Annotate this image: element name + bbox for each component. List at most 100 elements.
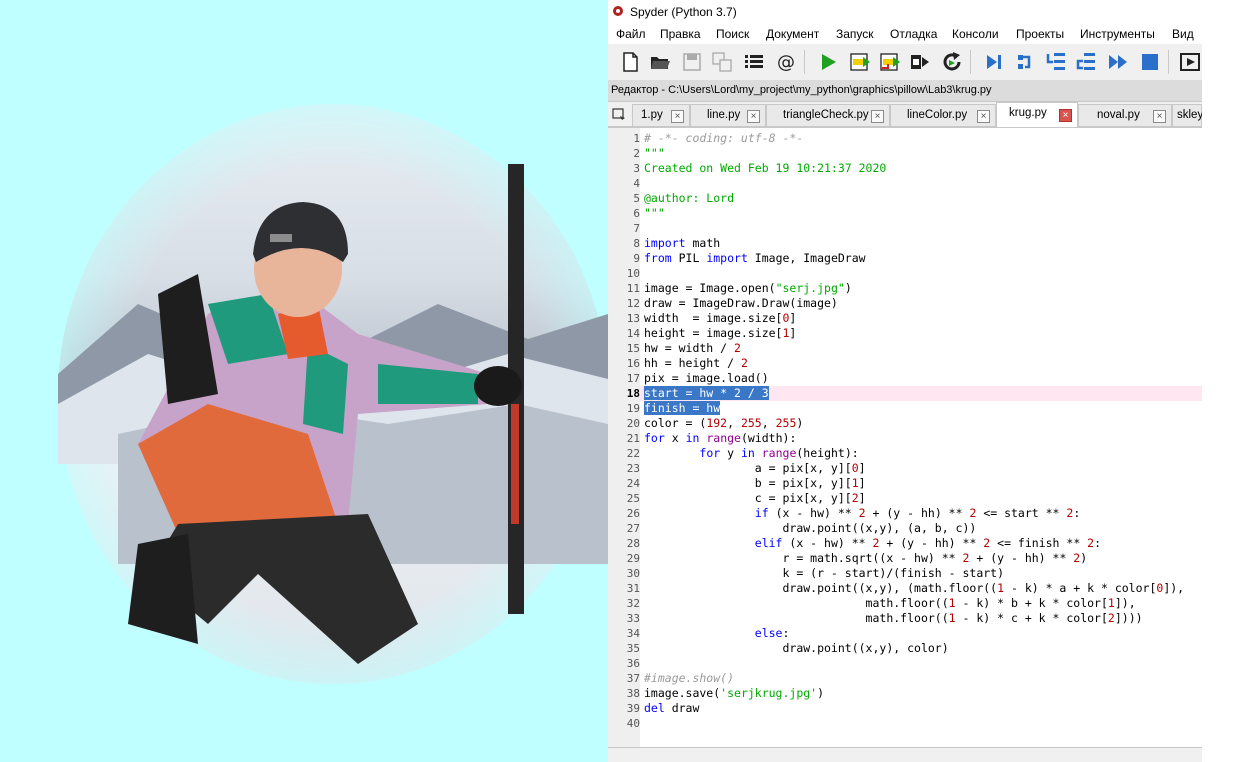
- code-line[interactable]: 39 del draw: [608, 701, 1202, 716]
- code-line[interactable]: 28 elif (x - hw) ** 2 + (y - hh) ** 2 <=…: [608, 536, 1202, 551]
- code-line[interactable]: 36: [608, 656, 1202, 671]
- code-line[interactable]: 38 image.save('serjkrug.jpg'): [608, 686, 1202, 701]
- code-line[interactable]: 35 draw.point((x,y), color): [608, 641, 1202, 656]
- tab-trianglecheck-py[interactable]: triangleCheck.py ×: [766, 104, 890, 126]
- code-text: math.floor((1 - k) * c + k * color[2]))): [644, 611, 1143, 625]
- code-line[interactable]: 32 math.floor((1 - k) * b + k * color[1]…: [608, 596, 1202, 611]
- code-line[interactable]: 22 for y in range(height):: [608, 446, 1202, 461]
- code-line[interactable]: 14 height = image.size[1]: [608, 326, 1202, 341]
- close-icon[interactable]: ×: [977, 110, 990, 123]
- code-line[interactable]: 25 c = pix[x, y][2]: [608, 491, 1202, 506]
- code-line[interactable]: 7: [608, 221, 1202, 236]
- code-line[interactable]: 30 k = (r - start)/(finish - start): [608, 566, 1202, 581]
- debug-icon[interactable]: [982, 50, 1006, 74]
- menu-tools[interactable]: Инструменты: [1080, 27, 1155, 41]
- tab-1-py[interactable]: 1.py ×: [632, 104, 690, 126]
- close-icon[interactable]: ×: [671, 110, 684, 123]
- code-line[interactable]: 13 width = image.size[0]: [608, 311, 1202, 326]
- code-line[interactable]: 2 """: [608, 146, 1202, 161]
- window-title: Spyder (Python 3.7): [630, 5, 737, 19]
- code-line[interactable]: 11 image = Image.open("serj.jpg"): [608, 281, 1202, 296]
- menu-run[interactable]: Запуск: [836, 27, 874, 41]
- step-icon[interactable]: [1014, 50, 1038, 74]
- title-bar: Spyder (Python 3.7): [608, 0, 1202, 24]
- line-number: 21: [626, 432, 640, 445]
- rerun-icon[interactable]: [940, 50, 964, 74]
- menu-search[interactable]: Поиск: [716, 27, 749, 41]
- close-icon[interactable]: ×: [1153, 110, 1166, 123]
- code-line[interactable]: 15 hw = width / 2: [608, 341, 1202, 356]
- run-icon[interactable]: [816, 50, 840, 74]
- close-icon[interactable]: ×: [871, 110, 884, 123]
- tab-krug-py[interactable]: krug.py ×: [996, 102, 1078, 127]
- code-line[interactable]: 18 start = hw * 2 / 3: [608, 386, 1202, 401]
- code-text: Created on Wed Feb 19 10:21:37 2020: [644, 161, 887, 175]
- menu-projects[interactable]: Проекты: [1016, 27, 1064, 41]
- menu-debug[interactable]: Отладка: [890, 27, 937, 41]
- outline-icon[interactable]: [742, 50, 766, 74]
- menu-view[interactable]: Вид: [1172, 27, 1194, 41]
- code-text: @author: Lord: [644, 191, 735, 205]
- code-line[interactable]: 19 finish = hw: [608, 401, 1202, 416]
- menu-edit[interactable]: Правка: [660, 27, 701, 41]
- code-line[interactable]: 23 a = pix[x, y][0]: [608, 461, 1202, 476]
- code-text: math.floor((1 - k) * b + k * color[1]),: [644, 596, 1136, 610]
- code-line[interactable]: 6 """: [608, 206, 1202, 221]
- code-editor[interactable]: 1 # -*- coding: utf-8 -*- 2 """ 3 Created on …: [608, 127, 1202, 748]
- save-all-icon[interactable]: [710, 50, 734, 74]
- run-cell-icon[interactable]: [848, 50, 872, 74]
- code-line[interactable]: 29 r = math.sqrt((x - hw) ** 2 + (y - hh…: [608, 551, 1202, 566]
- code-line[interactable]: 16 hh = height / 2: [608, 356, 1202, 371]
- code-line[interactable]: 26 if (x - hw) ** 2 + (y - hh) ** 2 <= s…: [608, 506, 1202, 521]
- code-line[interactable]: 33 math.floor((1 - k) * c + k * color[2]…: [608, 611, 1202, 626]
- menu-file[interactable]: Файл: [616, 27, 646, 41]
- code-line[interactable]: 20 color = (192, 255, 255): [608, 416, 1202, 431]
- code-line[interactable]: 1 # -*- coding: utf-8 -*-: [608, 131, 1202, 146]
- menu-consoles[interactable]: Консоли: [952, 27, 999, 41]
- code-line[interactable]: 24 b = pix[x, y][1]: [608, 476, 1202, 491]
- run-selection-icon[interactable]: [908, 50, 932, 74]
- new-file-icon[interactable]: [618, 50, 642, 74]
- line-number: 35: [626, 642, 640, 655]
- stop-icon[interactable]: [1138, 50, 1162, 74]
- code-text: elif (x - hw) ** 2 + (y - hh) ** 2 <= fi…: [754, 536, 1102, 550]
- code-line[interactable]: 34 else:: [608, 626, 1202, 641]
- code-line[interactable]: 9 from PIL import Image, ImageDraw: [608, 251, 1202, 266]
- step-into-icon[interactable]: [1044, 50, 1068, 74]
- code-line[interactable]: 12 draw = ImageDraw.Draw(image): [608, 296, 1202, 311]
- code-line[interactable]: 40: [608, 716, 1202, 731]
- code-line[interactable]: 27 draw.point((x,y), (a, b, c)): [608, 521, 1202, 536]
- code-text: b = pix[x, y][1]: [644, 476, 866, 490]
- step-return-icon[interactable]: [1074, 50, 1098, 74]
- code-text: a = pix[x, y][0]: [644, 461, 866, 475]
- code-line[interactable]: 8 import math: [608, 236, 1202, 251]
- code-text: height = image.size[1]: [644, 326, 797, 340]
- code-line[interactable]: 31 draw.point((x,y), (math.floor((1 - k)…: [608, 581, 1202, 596]
- code-text: from PIL import Image, ImageDraw: [644, 251, 866, 265]
- code-line[interactable]: 10: [608, 266, 1202, 281]
- tab-skley[interactable]: skley: [1172, 104, 1202, 126]
- tab-noval-py[interactable]: noval.py ×: [1078, 104, 1172, 126]
- at-icon[interactable]: @: [774, 50, 798, 74]
- run-cell-advance-icon[interactable]: [878, 50, 902, 74]
- menu-document[interactable]: Документ: [766, 27, 819, 41]
- code-line[interactable]: 17 pix = image.load(): [608, 371, 1202, 386]
- line-number: 19: [626, 402, 640, 415]
- save-icon[interactable]: [680, 50, 704, 74]
- code-text: image.save('serjkrug.jpg'): [644, 686, 825, 700]
- continue-icon[interactable]: [1106, 50, 1130, 74]
- maximize-icon[interactable]: [1178, 50, 1202, 74]
- close-icon[interactable]: ×: [747, 110, 760, 123]
- tab-linecolor-py[interactable]: lineColor.py ×: [890, 104, 996, 126]
- code-line[interactable]: 21 for x in range(width):: [608, 431, 1202, 446]
- code-line[interactable]: 3 Created on Wed Feb 19 10:21:37 2020: [608, 161, 1202, 176]
- line-number: 2: [633, 147, 640, 160]
- open-file-icon[interactable]: [648, 50, 672, 74]
- code-line[interactable]: 5 @author: Lord: [608, 191, 1202, 206]
- browse-tabs-icon[interactable]: [612, 107, 626, 121]
- code-line[interactable]: 37 #image.show(): [608, 671, 1202, 686]
- tab-line-py[interactable]: line.py ×: [690, 104, 766, 126]
- close-icon[interactable]: ×: [1059, 109, 1072, 122]
- code-line[interactable]: 4: [608, 176, 1202, 191]
- line-number: 25: [626, 492, 640, 505]
